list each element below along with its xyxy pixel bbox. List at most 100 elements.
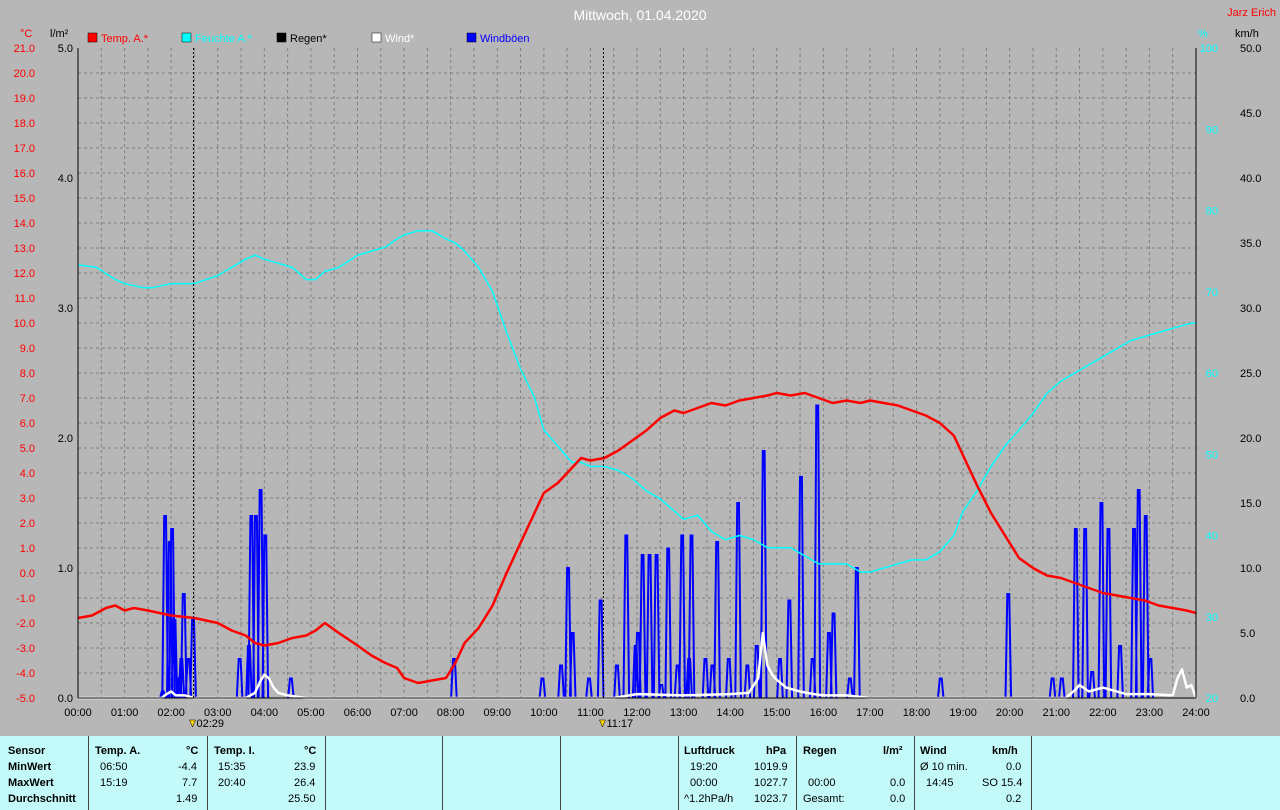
temp-tick-label: 5.0 [20, 443, 35, 455]
hum-tick-label: 60 [1206, 368, 1218, 380]
wind-tick-label: 50.0 [1240, 43, 1261, 55]
rain-header: Regen [803, 745, 837, 757]
temp-tick-label: -5.0 [16, 693, 35, 705]
x-tick-label: 02:00 [157, 707, 185, 719]
temp-tick-label: 11.0 [14, 293, 35, 305]
hum-unit-label: % [1198, 28, 1208, 40]
rain-max: 0.0 [890, 777, 906, 789]
legend: Temp. A.* Feuchte A.* Regen* Wind* Windböen [87, 32, 530, 45]
wind-tick-label: 45.0 [1240, 108, 1261, 120]
marker-label: 11:17 [606, 718, 633, 730]
temp-tick-label: -2.0 [16, 618, 35, 630]
x-tick-label: 05:00 [297, 707, 325, 719]
x-tick-label: 00:00 [64, 707, 92, 719]
temp-a-avg: 1.49 [176, 793, 198, 805]
x-tick-label: 13:00 [670, 707, 698, 719]
temp-a-max: 7.7 [182, 777, 198, 789]
temp-tick-label: 18.0 [14, 118, 35, 130]
temp-tick-label: 15.0 [14, 193, 35, 205]
temp-tick-label: 9.0 [20, 343, 35, 355]
legend-swatch [466, 32, 477, 43]
temp-tick-label: 12.0 [14, 268, 35, 280]
temp-a-unit: °C [186, 745, 199, 757]
temp-tick-label: 14.0 [14, 218, 35, 230]
temp-tick-label: 13.0 [14, 243, 35, 255]
pressure-avg: 1023.7 [754, 793, 788, 805]
marker-label: 02:29 [197, 718, 225, 730]
wind-tick-label: 35.0 [1240, 238, 1261, 250]
hum-tick-label: 80 [1206, 206, 1218, 218]
temp-i-max: 26.4 [294, 777, 316, 789]
temp-i-header: Temp. I. [214, 745, 255, 757]
wind-tick-label: 30.0 [1240, 303, 1261, 315]
marker-icon [599, 719, 606, 728]
x-tick-label: 21:00 [1042, 707, 1070, 719]
chart-title: Mittwoch, 01.04.2020 [573, 7, 706, 23]
author-label: Jarz Erich [1227, 7, 1276, 19]
x-tick-label: 04:00 [251, 707, 279, 719]
rain-tick-label: 4.0 [58, 173, 73, 185]
wind-tick-label: 10.0 [1240, 563, 1261, 575]
x-tick-label: 23:00 [1136, 707, 1164, 719]
summary-table: Sensor MinWert MaxWert Durchschnitt Temp… [0, 736, 1280, 810]
temp-tick-label: 1.0 [20, 543, 35, 555]
hum-tick-label: 100 [1200, 43, 1218, 55]
x-tick-label: 11:00 [577, 707, 604, 719]
wind-header: Wind [920, 745, 947, 757]
pressure-min-time: 19:20 [690, 761, 718, 773]
x-tick-label: 22:00 [1089, 707, 1117, 719]
temp-tick-label: 19.0 [14, 93, 35, 105]
rain-tick-label: 5.0 [58, 43, 73, 55]
temp-a-min-time: 06:50 [100, 761, 128, 773]
temp-a-max-time: 15:19 [100, 777, 128, 789]
temp-tick-label: 0.0 [20, 568, 35, 580]
wind-tick-label: 15.0 [1240, 498, 1261, 510]
wind-max: SO 15.4 [982, 777, 1023, 789]
hum-tick-label: 90 [1206, 124, 1218, 136]
grid [78, 48, 1196, 698]
x-tick-label: 16:00 [810, 707, 838, 719]
temp-tick-label: 8.0 [20, 368, 35, 380]
temp-i-avg: 25.50 [288, 793, 316, 805]
pressure-trend: ^1.2hPa/h [684, 793, 734, 805]
wind-unit-label: km/h [1235, 28, 1259, 40]
temp-a-min: -4.4 [178, 761, 197, 773]
rain-tick-label: 2.0 [58, 433, 73, 445]
x-tick-label: 15:00 [763, 707, 791, 719]
wind-tick-label: 5.0 [1240, 628, 1255, 640]
x-tick-label: 17:00 [856, 707, 884, 719]
rain-max-time: 00:00 [808, 777, 836, 789]
temp-tick-label: 20.0 [14, 68, 35, 80]
legend-swatch [87, 32, 98, 43]
temp-tick-label: 2.0 [20, 518, 35, 530]
temp-tick-label: 16.0 [14, 168, 35, 180]
legend-label: Windböen [480, 33, 530, 45]
x-tick-label: 20:00 [996, 707, 1024, 719]
temp-unit-label: °C [20, 28, 32, 40]
temp-tick-label: -3.0 [16, 643, 35, 655]
temp-a-header: Temp. A. [95, 745, 141, 757]
wind-max-time: 14:45 [926, 777, 954, 789]
wind-avg10: 0.0 [1006, 761, 1022, 773]
hum-tick-label: 20 [1206, 693, 1218, 705]
temp-tick-label: 21.0 [14, 43, 35, 55]
legend-label: Feuchte A.* [195, 33, 253, 45]
temp-tick-label: 3.0 [20, 493, 35, 505]
hum-tick-label: 40 [1206, 531, 1218, 543]
pressure-max: 1027.7 [754, 777, 788, 789]
x-tick-label: 01:00 [111, 707, 139, 719]
x-tick-label: 07:00 [390, 707, 418, 719]
x-tick-label: 24:00 [1182, 707, 1210, 719]
temp-tick-label: 17.0 [14, 143, 35, 155]
hum-tick-label: 30 [1206, 612, 1218, 624]
legend-label: Temp. A.* [101, 33, 149, 45]
temp-tick-label: 7.0 [20, 393, 35, 405]
row-label-min: MinWert [8, 761, 52, 773]
temp-tick-label: -1.0 [16, 593, 35, 605]
rain-total-label: Gesamt: [803, 793, 845, 805]
wind-tick-label: 0.0 [1240, 693, 1255, 705]
wind-tick-label: 25.0 [1240, 368, 1261, 380]
wind-avg10-label: Ø 10 min. [920, 761, 968, 773]
rain-tick-label: 3.0 [58, 303, 73, 315]
rain-unit: l/m² [883, 745, 903, 757]
